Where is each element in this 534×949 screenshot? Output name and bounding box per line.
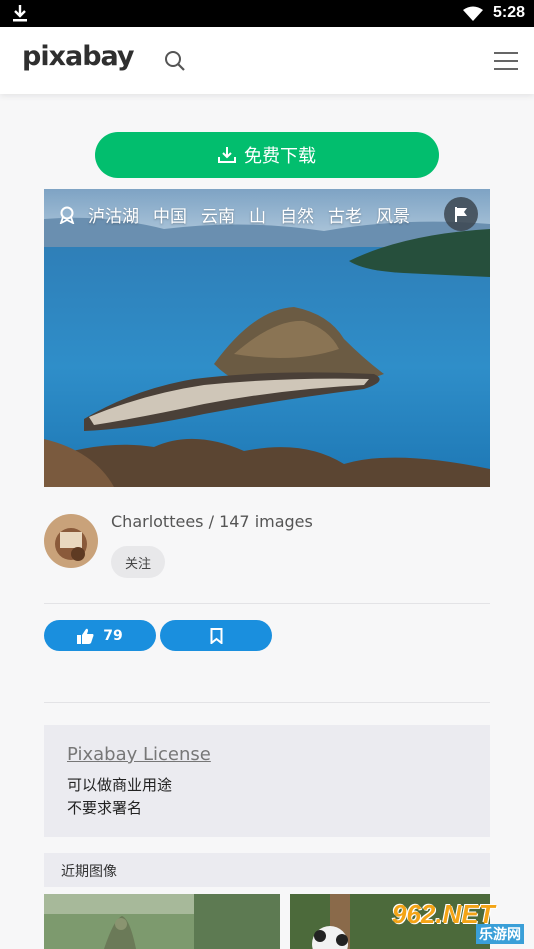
free-download-button[interactable]: 免费下载 [95, 132, 439, 178]
app-root: 5:28 pixabay 免费下载 泸沽湖 中国 云南 山 自然 古老 风景 C… [0, 0, 534, 949]
license-link[interactable]: Pixabay License [67, 744, 211, 765]
main-photo[interactable]: 泸沽湖 中国 云南 山 自然 古老 风景 [44, 189, 490, 487]
tag-item[interactable]: 泸沽湖 [88, 202, 139, 227]
license-line: 不要求署名 [67, 799, 143, 817]
lake-island-image [44, 189, 490, 487]
like-count: 79 [103, 627, 123, 644]
site-watermark: 962.NET 乐游网 [392, 899, 530, 945]
tag-item[interactable]: 中国 [153, 202, 187, 227]
wifi-icon [463, 6, 483, 21]
status-time: 5:28 [493, 4, 526, 21]
top-header: pixabay [0, 27, 534, 94]
tag-item[interactable]: 自然 [280, 202, 314, 227]
recent-images-title: 近期图像 [61, 864, 117, 880]
report-flag-button[interactable] [444, 197, 478, 231]
download-icon [13, 5, 27, 22]
tag-list: 泸沽湖 中国 云南 山 自然 古老 风景 [58, 202, 424, 227]
tag-item[interactable]: 山 [249, 202, 266, 227]
tag-item[interactable]: 云南 [201, 202, 235, 227]
recent-image-thumbnail[interactable] [44, 894, 280, 949]
license-box: Pixabay License 可以做商业用途 不要求署名 [44, 725, 490, 837]
free-download-label: 免费下载 [244, 146, 316, 167]
recent-images-header: 近期图像 [44, 853, 490, 887]
thumbs-up-icon [77, 628, 94, 644]
divider [44, 702, 490, 703]
tag-item[interactable]: 古老 [328, 202, 362, 227]
menu-icon[interactable] [494, 51, 518, 71]
license-line: 可以做商业用途 [67, 776, 173, 794]
author-name-line[interactable]: Charlottees / 147 images [111, 512, 313, 531]
bookmark-icon [210, 627, 222, 644]
search-icon[interactable] [164, 50, 186, 72]
tag-item[interactable]: 风景 [376, 202, 410, 227]
follow-button[interactable]: 关注 [111, 546, 165, 578]
status-bar: 5:28 [0, 0, 534, 27]
watermark-subtext: 乐游网 [476, 924, 524, 944]
thumbnail-image [44, 894, 280, 949]
pixabay-logo[interactable]: pixabay [22, 41, 135, 72]
bookmark-button[interactable] [160, 620, 272, 651]
download-icon [218, 147, 236, 163]
author-avatar[interactable] [44, 514, 98, 568]
like-button[interactable]: 79 [44, 620, 156, 651]
award-icon [59, 206, 75, 224]
divider [44, 603, 490, 604]
avatar-image [44, 514, 98, 568]
flag-icon [455, 206, 467, 222]
